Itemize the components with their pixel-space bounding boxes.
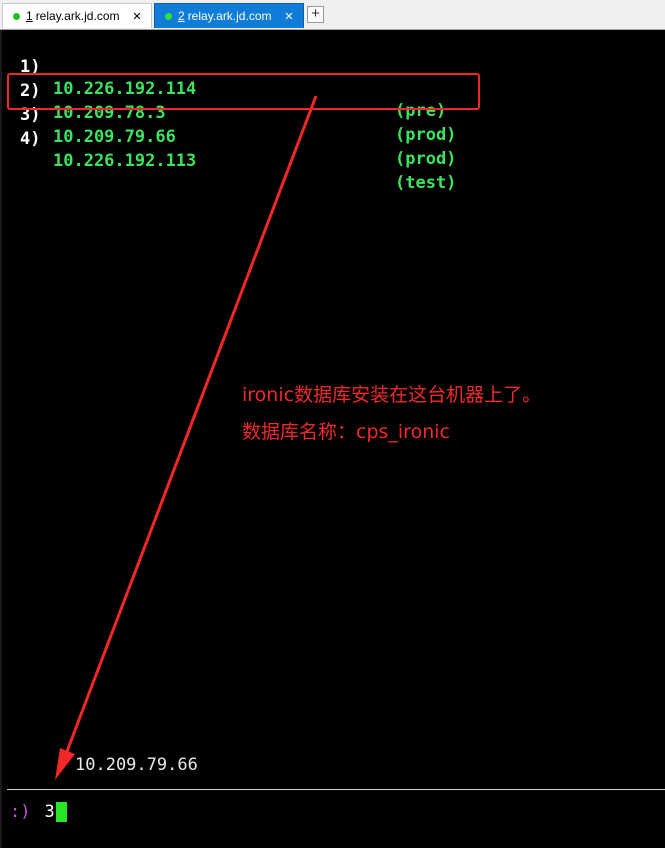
connected-status-icon bbox=[13, 12, 20, 20]
tab-number: 1 bbox=[26, 9, 33, 23]
tab-bar: 1 relay.ark.jd.com ✕ 2 relay.ark.jd.com … bbox=[0, 0, 665, 30]
prompt-input[interactable]: 3 bbox=[44, 801, 54, 823]
annotation-text: ironic数据库安装在这台机器上了。 bbox=[242, 384, 542, 406]
text-cursor bbox=[55, 802, 67, 822]
tab-label: relay.ark.jd.com bbox=[35, 9, 120, 23]
connected-status-icon bbox=[165, 12, 172, 20]
close-icon[interactable]: ✕ bbox=[281, 10, 297, 23]
tab-session-2[interactable]: 2 relay.ark.jd.com ✕ bbox=[154, 3, 304, 28]
host-index: 4) bbox=[20, 129, 41, 149]
terminal-window: 1 relay.ark.jd.com ✕ 2 relay.ark.jd.com … bbox=[0, 0, 665, 848]
host-env: (prod) bbox=[395, 125, 457, 145]
command-prompt[interactable]: :) 3 bbox=[10, 801, 67, 823]
prompt-symbol: :) bbox=[10, 802, 31, 822]
highlight-box bbox=[7, 73, 480, 110]
add-tab-button[interactable]: + bbox=[307, 6, 324, 23]
host-env: (test) bbox=[395, 173, 457, 193]
annotation-text: 数据库名称：cps_ironic bbox=[242, 421, 450, 443]
host-env: (prod) bbox=[395, 149, 457, 169]
close-icon[interactable]: ✕ bbox=[129, 10, 145, 23]
selected-host-ip: 10.209.79.66 bbox=[75, 755, 198, 775]
host-ip: 10.226.192.113 bbox=[53, 151, 197, 171]
divider bbox=[7, 789, 665, 790]
terminal-output[interactable]: 1) 10.226.192.114 (pre) 2) 10.209.78.3 (… bbox=[0, 30, 665, 848]
tab-number: 2 bbox=[178, 9, 185, 23]
tab-session-1[interactable]: 1 relay.ark.jd.com ✕ bbox=[2, 3, 152, 28]
tab-label: relay.ark.jd.com bbox=[187, 9, 272, 23]
host-list-item[interactable]: 1) 10.226.192.114 (pre) bbox=[20, 34, 446, 121]
